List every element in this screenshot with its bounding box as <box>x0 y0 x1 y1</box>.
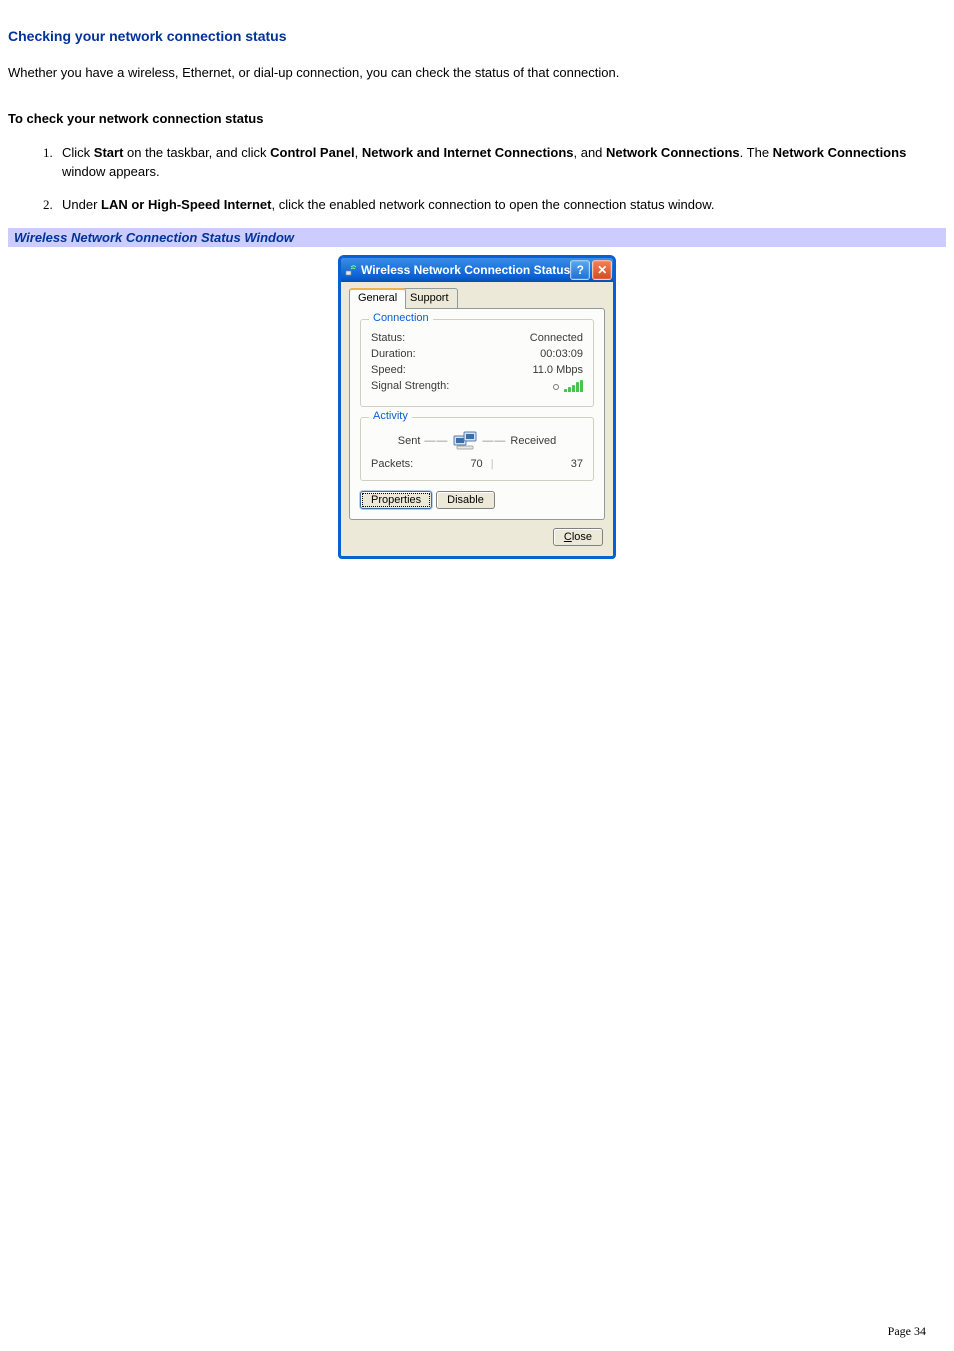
help-button[interactable]: ? <box>570 260 590 280</box>
figure-wrap: Wireless Network Connection Status ? ✕ G… <box>8 255 946 559</box>
dash-icon: —— <box>424 435 448 447</box>
dialog-titlebar[interactable]: Wireless Network Connection Status ? ✕ <box>341 258 613 282</box>
disable-button[interactable]: Disable <box>436 491 495 509</box>
wireless-icon <box>345 263 357 277</box>
status-value: Connected <box>530 332 583 344</box>
step1-text2: on the taskbar, and click <box>123 145 270 160</box>
section-heading: Checking your network connection status <box>8 28 946 44</box>
step1-text5: . The <box>740 145 773 160</box>
page-footer: Page 34 <box>888 1324 926 1339</box>
tab-row: General Support <box>349 288 605 309</box>
step1-text4: , and <box>574 145 607 160</box>
tab-pane-general: Connection Status: Connected Duration: 0… <box>349 308 605 520</box>
step2-text1: Under <box>62 197 101 212</box>
packets-label: Packets: <box>371 458 431 470</box>
speed-value: 11.0 Mbps <box>532 364 583 376</box>
duration-value: 00:03:09 <box>540 348 583 360</box>
duration-label: Duration: <box>371 348 416 360</box>
procedure-title: To check your network connection status <box>8 111 946 126</box>
step1-bold-nic: Network and Internet Connections <box>362 145 574 160</box>
packets-received-value: 37 <box>533 458 583 470</box>
signal-bars-icon <box>564 380 583 392</box>
step1-bold-cp: Control Panel <box>270 145 355 160</box>
properties-button[interactable]: Properties <box>360 491 432 509</box>
packets-sent-value: 70 <box>470 458 482 470</box>
titlebar-close-button[interactable]: ✕ <box>592 260 612 280</box>
activity-sent-label: Sent <box>398 435 421 447</box>
activity-received-label: Received <box>510 435 556 447</box>
step1-bold-start: Start <box>94 145 124 160</box>
status-label: Status: <box>371 332 405 344</box>
tab-support[interactable]: Support <box>401 288 458 309</box>
step1-text: Click <box>62 145 94 160</box>
signal-strength-value <box>553 380 583 392</box>
activity-legend: Activity <box>369 410 412 422</box>
activity-group: Activity Sent —— <box>360 417 594 481</box>
intro-paragraph: Whether you have a wireless, Ethernet, o… <box>8 64 946 83</box>
step-2: Under LAN or High-Speed Internet, click … <box>56 196 946 215</box>
tab-general[interactable]: General <box>349 288 406 309</box>
close-button[interactable]: Close <box>553 528 603 546</box>
speed-label: Speed: <box>371 364 406 376</box>
step-1: Click Start on the taskbar, and click Co… <box>56 144 946 182</box>
figure-caption: Wireless Network Connection Status Windo… <box>8 228 946 247</box>
procedure-steps: Click Start on the taskbar, and click Co… <box>8 144 946 215</box>
signal-strength-label: Signal Strength: <box>371 380 449 392</box>
step2-bold-lan: LAN or High-Speed Internet <box>101 197 271 212</box>
dash-icon-2: —— <box>482 435 506 447</box>
status-dialog: Wireless Network Connection Status ? ✕ G… <box>338 255 616 559</box>
packets-divider: | <box>491 458 494 470</box>
step1-bold-nc2: Network Connections <box>773 145 907 160</box>
dialog-title: Wireless Network Connection Status <box>361 263 570 277</box>
connection-legend: Connection <box>369 312 433 324</box>
step1-text3: , <box>355 145 362 160</box>
computers-icon <box>452 430 478 452</box>
wifi-dot-icon <box>553 384 559 390</box>
step1-bold-nc: Network Connections <box>606 145 740 160</box>
step1-text6: window appears. <box>62 164 160 179</box>
step2-text2: , click the enabled network connection t… <box>271 197 714 212</box>
connection-group: Connection Status: Connected Duration: 0… <box>360 319 594 407</box>
